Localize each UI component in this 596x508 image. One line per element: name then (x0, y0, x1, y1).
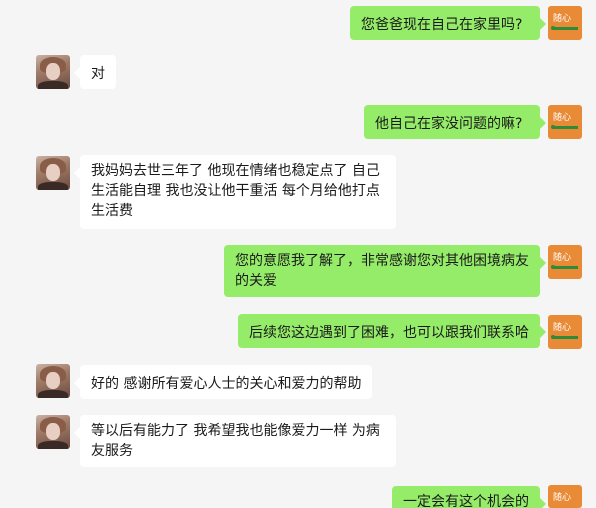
message-text-line: 等以后有能力了 我希望我也能像爱力一样 为病 (91, 423, 380, 439)
logo-bar (552, 336, 578, 339)
avatar-logo-text: 随心 (553, 323, 572, 333)
avatar-face (46, 63, 60, 80)
message-text: 您爸爸现在自己在家里吗? (361, 17, 523, 33)
chat-window: 您爸爸现在自己在家里吗? 随心 对 他自己在家没问题的嘛? 随心 我妈妈去世三年… (0, 0, 596, 508)
message-text-line: 友服务 (91, 443, 133, 459)
message-text-line: 生活费 (91, 203, 133, 219)
message-text-line: 生活能自理 我也没让他干重活 每个月给他打点 (91, 183, 380, 199)
message-bubble-other[interactable]: 等以后有能力了 我希望我也能像爱力一样 为病 友服务 (74, 415, 396, 467)
message-text-line: 您的意愿我了解了，非常感谢您对其他困境病友 (235, 253, 529, 269)
avatar-logo-text: 随心 (553, 493, 572, 503)
contact-avatar[interactable] (36, 156, 70, 190)
message-bubble-me[interactable]: 一定会有这个机会的 (392, 486, 546, 508)
message-bubble-me[interactable]: 后续您这边遇到了困难，也可以跟我们联系哈 (238, 314, 546, 348)
message-bubble-other[interactable]: 我妈妈去世三年了 他现在情绪也稳定点了 自己 生活能自理 我也没让他干重活 每个… (74, 155, 396, 229)
message-text: 后续您这边遇到了困难，也可以跟我们联系哈 (249, 325, 529, 341)
avatar-shoulder (38, 81, 68, 89)
logo-bar (552, 126, 578, 129)
avatar-logo-text: 随心 (553, 14, 572, 24)
my-avatar[interactable]: 随心 (548, 245, 582, 279)
avatar-face (46, 372, 60, 389)
message-bubble-me[interactable]: 您的意愿我了解了，非常感谢您对其他困境病友 的关爱 (224, 245, 546, 297)
contact-avatar[interactable] (36, 364, 70, 398)
my-avatar[interactable]: 随心 (548, 105, 582, 139)
avatar-shoulder (38, 182, 68, 190)
my-avatar[interactable]: 随心 (548, 315, 582, 349)
avatar-shoulder (38, 441, 68, 449)
message-bubble-me[interactable]: 他自己在家没问题的嘛? (364, 105, 546, 139)
message-text: 对 (91, 66, 105, 82)
message-bubble-other[interactable]: 对 (74, 55, 116, 89)
my-avatar[interactable]: 随心 (548, 6, 582, 40)
message-bubble-me[interactable]: 您爸爸现在自己在家里吗? (350, 6, 546, 40)
message-text: 好的 感谢所有爱心人士的关心和爱力的帮助 (91, 376, 362, 392)
avatar-logo-text: 随心 (553, 113, 572, 123)
avatar-face (46, 164, 60, 181)
logo-bar (552, 266, 578, 269)
contact-avatar[interactable] (36, 55, 70, 89)
avatar-face (46, 423, 60, 440)
logo-bar (552, 27, 578, 30)
message-bubble-other[interactable]: 好的 感谢所有爱心人士的关心和爱力的帮助 (74, 365, 372, 399)
avatar-logo-text: 随心 (553, 253, 572, 263)
avatar-shoulder (38, 390, 68, 398)
my-avatar[interactable]: 随心 (548, 485, 582, 508)
message-text-line: 的关爱 (235, 273, 277, 289)
contact-avatar[interactable] (36, 415, 70, 449)
message-text-line: 我妈妈去世三年了 他现在情绪也稳定点了 自己 (91, 163, 380, 179)
message-text: 他自己在家没问题的嘛? (375, 116, 523, 132)
message-text: 一定会有这个机会的 (403, 494, 529, 508)
